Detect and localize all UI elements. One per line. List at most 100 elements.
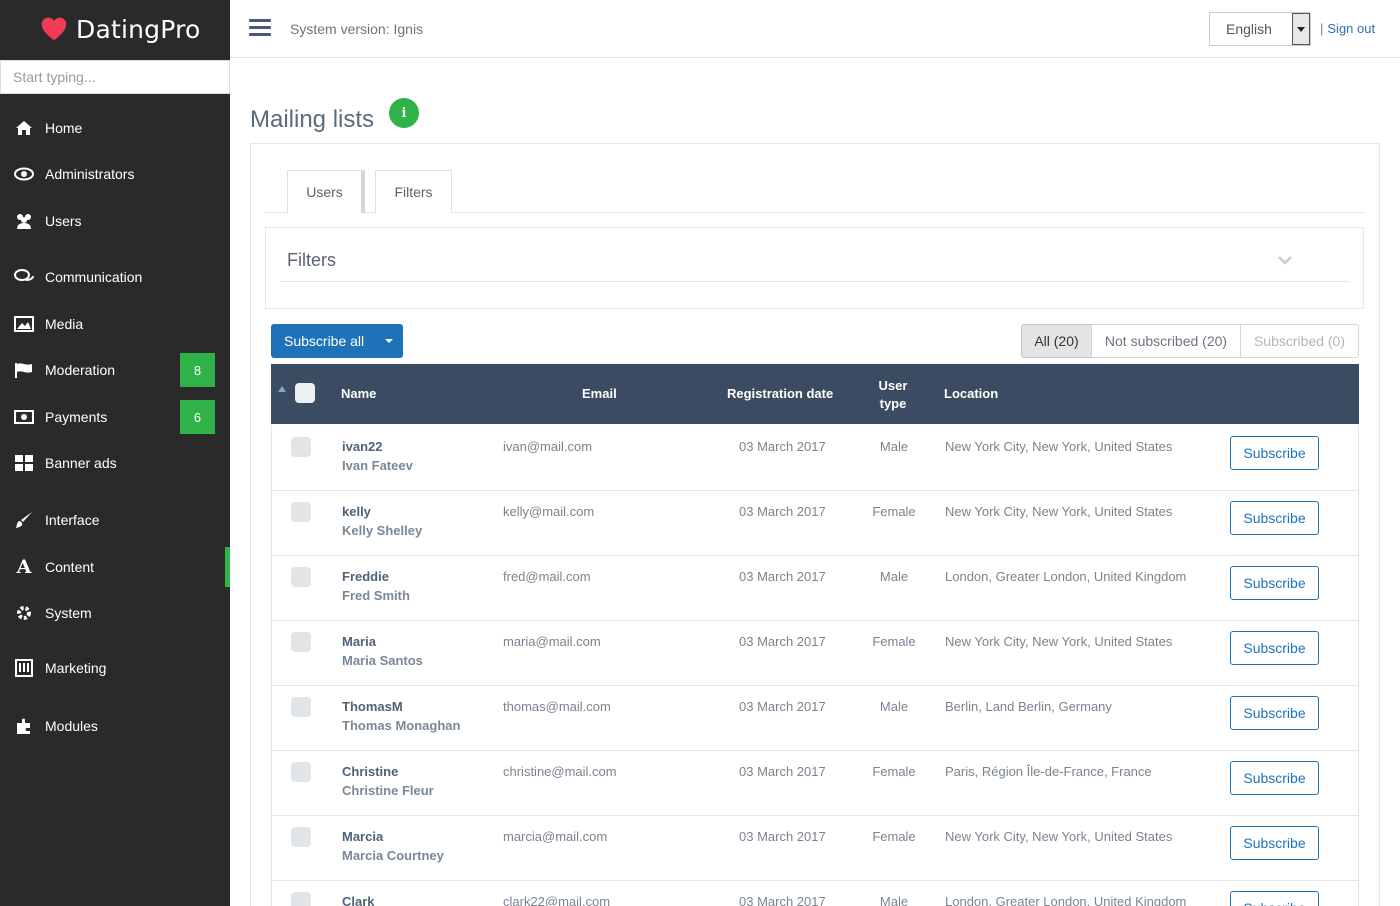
filters-title[interactable]: Filters [287,250,336,271]
row-checkbox[interactable] [291,502,311,522]
logo[interactable]: DatingPro [0,0,230,58]
email: christine@mail.com [503,764,617,779]
filter-not-subscribed-button[interactable]: Not subscribed (20) [1091,324,1241,358]
sidebar-item-label: Modules [45,718,98,734]
location: Berlin, Land Berlin, Germany [945,699,1112,714]
user-type: Female [872,829,916,844]
header-registration-date[interactable]: Registration date [727,386,833,401]
user-type: Male [879,699,909,714]
topbar: System version: Ignis English | Sign out [230,0,1400,58]
hamburger-menu-icon[interactable] [249,19,271,39]
row-checkbox[interactable] [291,632,311,652]
subscribe-button[interactable]: Subscribe [1230,436,1319,470]
username-link[interactable]: kelly [342,504,371,519]
chevron-down-icon[interactable] [1292,13,1310,45]
registration-date: 03 March 2017 [739,439,826,454]
username-link[interactable]: Marcia [342,829,383,844]
signout-link[interactable]: | Sign out [1320,21,1375,36]
table-row: kelly Kelly Shelley kelly@mail.com 03 March… [271,490,1359,556]
subscribe-all-button[interactable]: Subscribe all [271,324,403,358]
row-checkbox[interactable] [291,762,311,782]
username-link[interactable]: Freddie [342,569,389,584]
username-link[interactable]: Clark [342,894,375,906]
user-type: Male [879,894,909,906]
subscribe-button[interactable]: Subscribe [1230,566,1319,600]
registration-date: 03 March 2017 [739,699,826,714]
sidebar-search-input[interactable] [0,60,230,94]
sidebar-item-banner-ads[interactable]: Banner ads [0,443,230,483]
user-type: Male [879,439,909,454]
row-checkbox[interactable] [291,892,311,906]
fullname: Fred Smith [342,588,410,603]
tab-users[interactable]: Users [287,170,365,213]
location: New York City, New York, United States [945,439,1173,454]
flag-icon [14,360,34,380]
header-user-type[interactable]: User type [861,377,925,413]
puzzle-icon [14,716,34,736]
sidebar: DatingPro Home Administrators Users Communi… [0,0,230,906]
sidebar-item-content[interactable]: A Content [0,547,230,587]
select-all-checkbox[interactable] [295,383,315,403]
header-user-type-line2: type [879,396,907,411]
filter-all-button[interactable]: All (20) [1021,324,1092,358]
signout-separator: | [1320,21,1324,36]
language-selected: English [1226,21,1272,37]
sidebar-item-interface[interactable]: Interface [0,500,230,540]
table-row: ThomasM Thomas Monaghan thomas@mail.com 03 … [271,685,1359,751]
header-email[interactable]: Email [582,386,617,401]
username-link[interactable]: Maria [342,634,376,649]
info-icon[interactable]: i [389,98,419,128]
page-title: Mailing lists [250,106,375,133]
table-row: Maria Maria Santos maria@mail.com 03 March … [271,620,1359,686]
subscribe-button[interactable]: Subscribe [1230,826,1319,860]
header-location[interactable]: Location [944,386,998,401]
row-checkbox[interactable] [291,437,311,457]
sidebar-item-label: Home [45,120,83,136]
sidebar-item-communication[interactable]: Communication [0,257,230,297]
subscribe-button[interactable]: Subscribe [1230,761,1319,795]
subscribe-button[interactable]: Subscribe [1230,631,1319,665]
subscribe-button[interactable]: Subscribe [1230,696,1319,730]
caret-down-icon[interactable] [385,339,393,343]
header-name[interactable]: Name [341,386,376,401]
sidebar-item-payments[interactable]: Payments 6 [0,397,230,437]
row-checkbox[interactable] [291,827,311,847]
email: clark22@mail.com [503,894,611,906]
filter-subscribed-button[interactable]: Subscribed (0) [1240,324,1359,358]
sidebar-item-moderation[interactable]: Moderation 8 [0,350,230,390]
sidebar-item-label: Moderation [45,362,116,378]
sidebar-item-media[interactable]: Media [0,304,230,344]
sidebar-item-administrators[interactable]: Administrators [0,154,230,194]
comments-icon [14,267,34,287]
location: London, Greater London, United Kingdom [945,569,1187,584]
username-link[interactable]: Christine [342,764,398,779]
count-badge: 8 [180,353,215,387]
table-row: Christine Christine Fleur christine@mail.c… [271,750,1359,816]
count-badge: 6 [180,400,215,434]
username-link[interactable]: ivan22 [342,439,382,454]
table-row: ivan22 Ivan Fateev ivan@mail.com 03 March 2… [271,425,1359,491]
chevron-down-icon[interactable] [1277,252,1293,268]
active-indicator [225,547,230,587]
signout-label[interactable]: Sign out [1327,21,1375,36]
fullname: Thomas Monaghan [342,718,461,733]
language-select[interactable]: English [1209,12,1311,46]
table-row: Marcia Marcia Courtney marcia@mail.com 03 M… [271,815,1359,881]
sidebar-item-system[interactable]: System [0,593,230,633]
sidebar-item-label: Communication [45,269,143,285]
subscribe-button[interactable]: Subscribe [1230,891,1319,906]
username-link[interactable]: ThomasM [342,699,403,714]
sidebar-item-modules[interactable]: Modules [0,706,230,746]
font-icon: A [16,556,32,578]
registration-date: 03 March 2017 [739,764,826,779]
tab-filters[interactable]: Filters [375,170,452,213]
subscribe-button[interactable]: Subscribe [1230,501,1319,535]
row-checkbox[interactable] [291,697,311,717]
table-row: Freddie Fred Smith fred@mail.com 03 March 2… [271,555,1359,621]
row-checkbox[interactable] [291,567,311,587]
sort-up-icon[interactable] [278,386,286,392]
sidebar-item-marketing[interactable]: Marketing [0,648,230,688]
sidebar-item-users[interactable]: Users [0,201,230,241]
sidebar-item-home[interactable]: Home [0,108,230,148]
sidebar-item-label: Interface [45,512,100,528]
